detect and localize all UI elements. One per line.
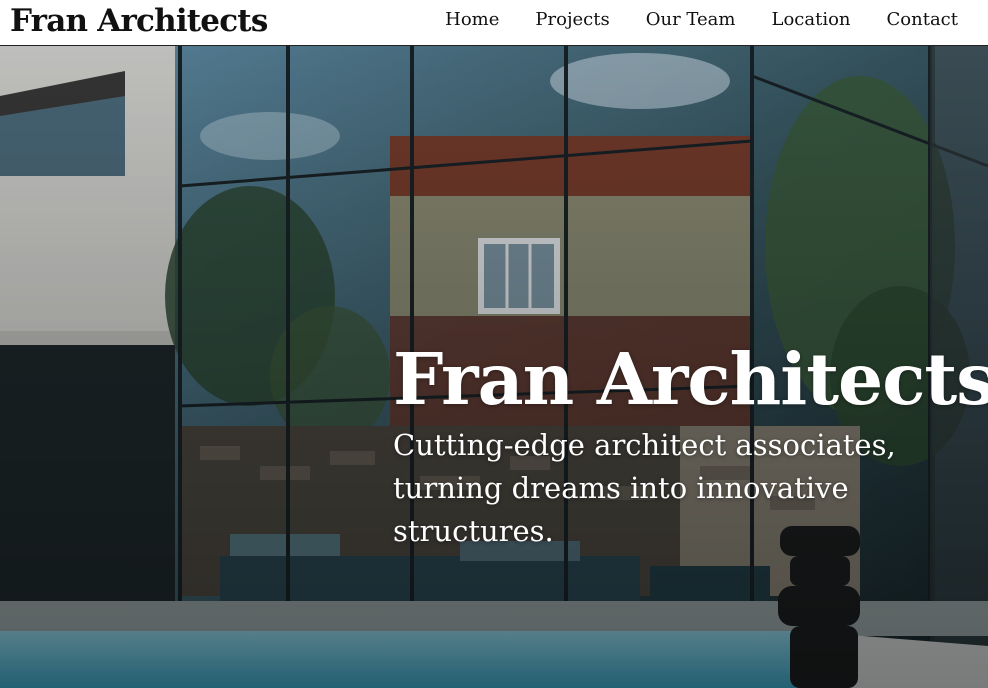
site-logo[interactable]: Fran Architects (10, 2, 268, 40)
main-nav: Home Projects Our Team Location Contact (445, 8, 958, 32)
site-header: Fran Architects Home Projects Our Team L… (0, 0, 988, 46)
nav-contact-link[interactable]: Contact (887, 8, 958, 32)
hero-section: Fran Architects Cutting-edge architect a… (0, 46, 988, 688)
nav-location-link[interactable]: Location (771, 8, 850, 32)
nav-projects-link[interactable]: Projects (535, 8, 609, 32)
hero-title: Fran Architects (393, 337, 988, 421)
hero-text-block: Fran Architects Cutting-edge architect a… (393, 338, 988, 553)
nav-home-link[interactable]: Home (445, 8, 499, 32)
hero-subtitle: Cutting-edge architect associates, turni… (393, 428, 896, 548)
nav-our-team-link[interactable]: Our Team (646, 8, 736, 32)
